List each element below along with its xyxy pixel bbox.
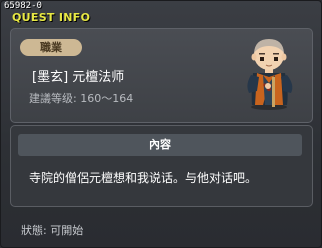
content-header: 內容 bbox=[18, 134, 302, 156]
monk-npc-icon bbox=[247, 39, 293, 110]
quest-status: 狀態: 可開始 bbox=[21, 224, 84, 237]
window-title: QUEST INFO bbox=[12, 11, 91, 24]
job-badge: 職業 bbox=[20, 39, 82, 56]
level-requirement: 建議等级: 160～164 bbox=[29, 92, 134, 105]
npc-name: [墨玄] 元檀法师 bbox=[32, 70, 125, 85]
quest-description: 寺院的僧侶元檀想和我说话。与他对话吧。 bbox=[29, 171, 258, 185]
window-id-label: 65982-0 bbox=[4, 1, 42, 11]
quest-info-window: 65982-0 QUEST INFO 職業 [墨玄] 元檀法师 建議等级: 16… bbox=[0, 0, 322, 248]
